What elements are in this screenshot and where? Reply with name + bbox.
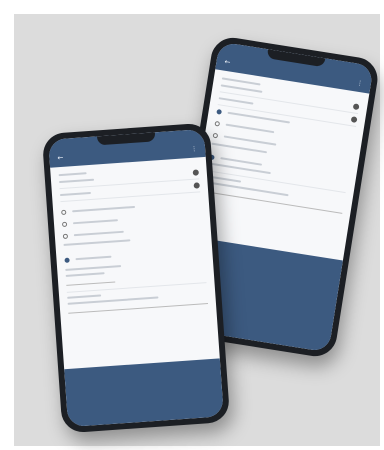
plus-icon (350, 116, 358, 124)
radio-icon (61, 209, 67, 215)
text-line (72, 205, 136, 213)
text-line (220, 84, 263, 93)
more-icon: ⋮ (356, 79, 364, 88)
plus-icon (352, 103, 360, 111)
photo-stage: ← ⋮ ← ⋮ (0, 0, 384, 450)
radio-selected-icon (64, 257, 70, 263)
text-line (67, 294, 101, 299)
text-line (65, 272, 105, 277)
text-line (65, 265, 122, 271)
radio-icon (212, 132, 219, 138)
back-arrow-icon: ← (223, 57, 232, 67)
radio-icon (62, 233, 69, 239)
text-line (73, 230, 125, 237)
back-phone-content (195, 69, 369, 219)
radio-selected-icon (216, 108, 223, 115)
text-field (65, 271, 116, 286)
text-line (59, 191, 91, 197)
select-field (203, 181, 344, 214)
front-phone-screen: ← ⋮ (48, 128, 224, 428)
form-section (66, 282, 208, 314)
front-phone: ← ⋮ (41, 122, 231, 434)
plus-icon (192, 169, 199, 176)
text-line (218, 97, 254, 105)
front-phone-footer (64, 358, 224, 428)
radio-icon (214, 120, 221, 127)
text-line (223, 135, 277, 146)
text-line (205, 181, 289, 197)
back-arrow-icon: ← (57, 153, 64, 163)
plus-icon (193, 182, 200, 189)
text-line (59, 178, 95, 184)
text-line (75, 255, 112, 261)
radio-icon (61, 221, 68, 227)
radio-option (64, 244, 204, 266)
text-line (72, 219, 118, 225)
more-icon: ⋮ (190, 145, 198, 153)
front-phone-content (50, 157, 216, 319)
